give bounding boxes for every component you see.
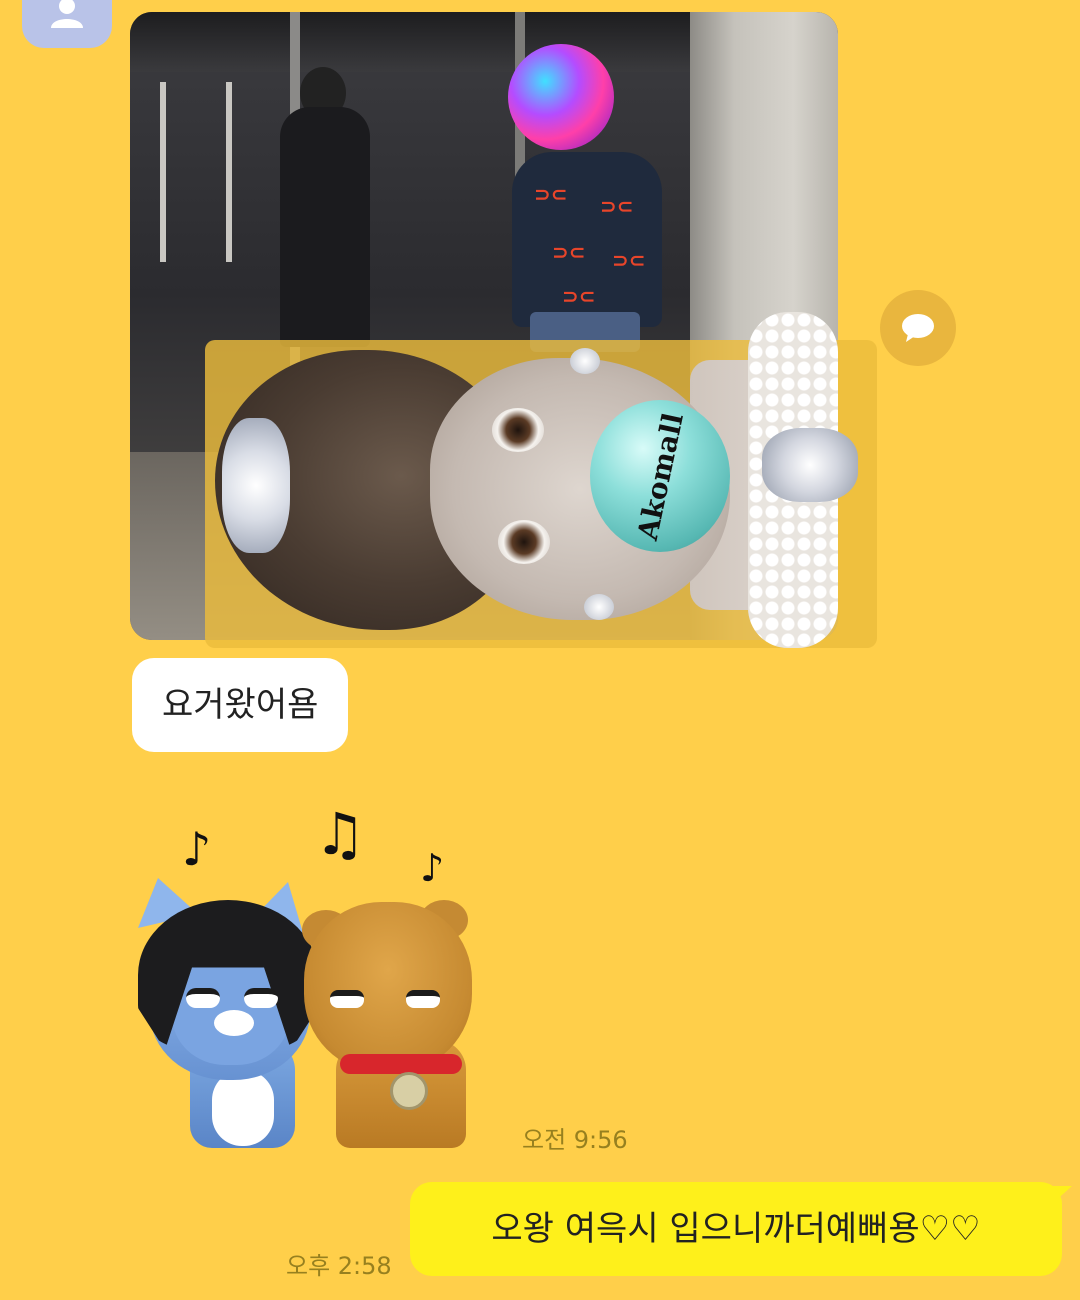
music-note-icon: ♪: [420, 846, 445, 890]
ryan-head: [304, 902, 472, 1072]
face-blur-sticker: [508, 44, 614, 150]
profile-avatar[interactable]: [22, 0, 112, 48]
photo-worker: [280, 107, 370, 347]
brooch-icon: [762, 428, 858, 502]
music-note-icon: ♫: [314, 800, 366, 868]
sent-timestamp: 오후 2:58: [286, 1252, 392, 1280]
sticker-eye: [492, 408, 544, 452]
photo-ladder: [160, 82, 232, 262]
received-timestamp: 오전 9:56: [522, 1126, 628, 1154]
sweater-pattern-icon: ⊃⊂: [534, 182, 568, 206]
neo-cat-eye: [186, 988, 220, 1008]
received-message-bubble[interactable]: 요거왔어욤: [132, 658, 349, 752]
comment-button[interactable]: [880, 290, 956, 366]
neo-cat-muzzle: [214, 1010, 254, 1036]
neo-cat-belly: [212, 1070, 274, 1146]
speech-bubble-icon: [902, 314, 934, 342]
music-note-icon: ♪: [182, 822, 212, 876]
earring-icon: [584, 594, 614, 620]
photo-ceiling: [130, 12, 690, 72]
ryan-collar-tag: [390, 1072, 428, 1110]
sweater-pattern-icon: ⊃⊂: [600, 194, 634, 218]
ryan-collar: [340, 1054, 462, 1074]
sweater-pattern-icon: ⊃⊂: [552, 240, 586, 264]
sweater-pattern-icon: ⊃⊂: [562, 284, 596, 308]
photo-person-sweater: ⊃⊂ ⊃⊂ ⊃⊂ ⊃⊂ ⊃⊂: [512, 152, 662, 327]
sweater-pattern-icon: ⊃⊂: [612, 248, 646, 272]
sent-message-bubble[interactable]: 오왕 여윽시 입으니까더예뻐용♡♡: [410, 1182, 1062, 1276]
ryan-eye: [330, 990, 364, 1008]
default-profile-icon: [51, 0, 83, 28]
neo-cat-eye: [244, 988, 278, 1008]
sticker-eye: [498, 520, 550, 564]
earring-icon: [570, 348, 600, 374]
tiara-icon: [222, 418, 290, 553]
ryan-eye: [406, 990, 440, 1008]
